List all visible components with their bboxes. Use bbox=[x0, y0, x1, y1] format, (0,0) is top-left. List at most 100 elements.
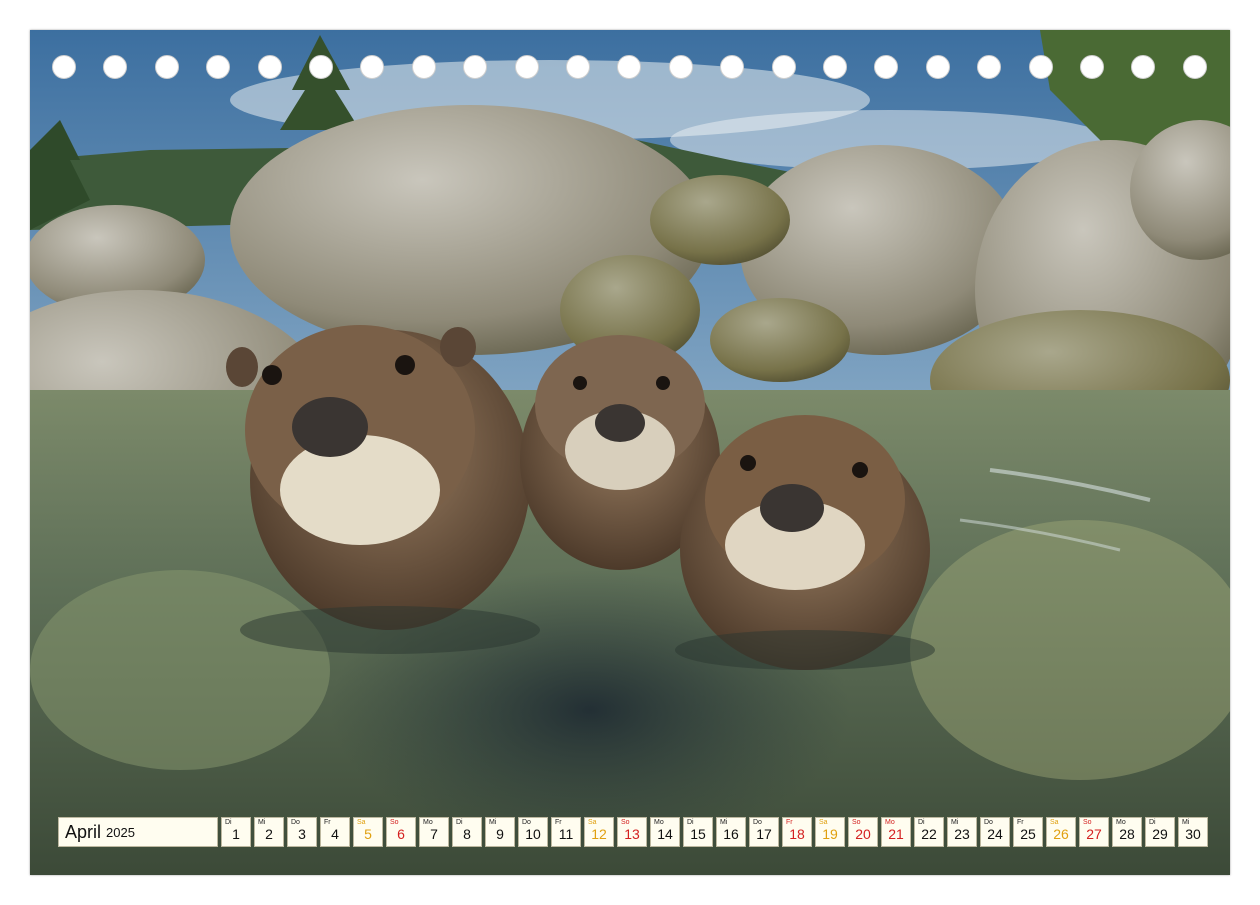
binding-hole bbox=[977, 55, 1002, 79]
day-abbr: So bbox=[852, 819, 861, 826]
day-number: 20 bbox=[855, 826, 871, 842]
day-cell: Sa 19 bbox=[815, 817, 845, 847]
day-abbr: Do bbox=[522, 819, 531, 826]
day-cell: Mi 16 bbox=[716, 817, 746, 847]
day-number: 5 bbox=[364, 826, 372, 842]
binding-hole bbox=[514, 55, 539, 79]
binding-hole bbox=[463, 55, 488, 79]
binding-hole bbox=[720, 55, 745, 79]
day-cells: Di 1 Mi 2 Do 3 Fr 4 Sa 5 So 6 Mo 7 Di 8 Mi 9 Do 10 Fr 11 Sa 12 S… bbox=[221, 817, 1208, 847]
day-abbr: Do bbox=[984, 819, 993, 826]
day-number: 29 bbox=[1152, 826, 1168, 842]
day-abbr: Mi bbox=[258, 819, 266, 826]
day-number: 21 bbox=[888, 826, 904, 842]
day-cell: So 20 bbox=[848, 817, 878, 847]
day-number: 14 bbox=[657, 826, 673, 842]
day-abbr: Mo bbox=[654, 819, 664, 826]
day-number: 16 bbox=[723, 826, 739, 842]
day-cell: Mo 14 bbox=[650, 817, 680, 847]
day-abbr: Sa bbox=[588, 819, 597, 826]
day-abbr: Fr bbox=[1017, 819, 1024, 826]
day-abbr: Fr bbox=[324, 819, 331, 826]
day-cell: Di 1 bbox=[221, 817, 251, 847]
day-cell: Di 29 bbox=[1145, 817, 1175, 847]
day-number: 8 bbox=[463, 826, 471, 842]
day-cell: Sa 12 bbox=[584, 817, 614, 847]
calendar-strip: April 2025 Di 1 Mi 2 Do 3 Fr 4 Sa 5 So 6 Mo 7 Di 8 Mi 9 Do… bbox=[58, 817, 1208, 847]
day-cell: Fr 11 bbox=[551, 817, 581, 847]
day-number: 4 bbox=[331, 826, 339, 842]
day-cell: So 27 bbox=[1079, 817, 1109, 847]
day-number: 19 bbox=[822, 826, 838, 842]
day-number: 11 bbox=[558, 826, 574, 842]
day-cell: Di 15 bbox=[683, 817, 713, 847]
day-cell: Fr 18 bbox=[782, 817, 812, 847]
day-abbr: Mo bbox=[423, 819, 433, 826]
day-cell: Do 24 bbox=[980, 817, 1010, 847]
day-cell: Do 10 bbox=[518, 817, 548, 847]
day-abbr: Fr bbox=[786, 819, 793, 826]
day-cell: Mo 28 bbox=[1112, 817, 1142, 847]
day-number: 18 bbox=[789, 826, 805, 842]
binding-hole bbox=[925, 55, 950, 79]
day-abbr: Di bbox=[687, 819, 694, 826]
day-cell: Fr 25 bbox=[1013, 817, 1043, 847]
day-abbr: Sa bbox=[819, 819, 828, 826]
day-cell: Mi 9 bbox=[485, 817, 515, 847]
day-abbr: So bbox=[390, 819, 399, 826]
binding-hole bbox=[257, 55, 282, 79]
day-abbr: Di bbox=[456, 819, 463, 826]
month-year: 2025 bbox=[106, 824, 135, 840]
day-cell: Mi 2 bbox=[254, 817, 284, 847]
day-cell: Fr 4 bbox=[320, 817, 350, 847]
binding-hole bbox=[823, 55, 847, 79]
binding-hole bbox=[771, 55, 796, 79]
binding-hole bbox=[309, 55, 333, 79]
binding-hole bbox=[206, 55, 231, 79]
day-number: 10 bbox=[525, 826, 541, 842]
day-abbr: Fr bbox=[555, 819, 562, 826]
day-number: 7 bbox=[430, 826, 438, 842]
day-number: 6 bbox=[397, 826, 405, 842]
binding-hole bbox=[1028, 55, 1053, 79]
binding-hole bbox=[1182, 55, 1207, 79]
day-abbr: Mi bbox=[489, 819, 497, 826]
day-abbr: So bbox=[1083, 819, 1092, 826]
day-cell: Di 8 bbox=[452, 817, 482, 847]
day-number: 26 bbox=[1053, 826, 1069, 842]
day-abbr: Sa bbox=[357, 819, 366, 826]
day-abbr: Sa bbox=[1050, 819, 1059, 826]
day-abbr: Di bbox=[918, 819, 925, 826]
day-number: 28 bbox=[1119, 826, 1135, 842]
day-abbr: Di bbox=[225, 819, 232, 826]
day-number: 2 bbox=[265, 826, 273, 842]
day-abbr: Mo bbox=[885, 819, 895, 826]
calendar-photo bbox=[30, 30, 1230, 875]
day-abbr: Mo bbox=[1116, 819, 1126, 826]
binding-hole bbox=[411, 55, 436, 79]
day-cell: Sa 26 bbox=[1046, 817, 1076, 847]
day-number: 9 bbox=[496, 826, 504, 842]
day-cell: Do 17 bbox=[749, 817, 779, 847]
day-cell: Mo 21 bbox=[881, 817, 911, 847]
day-abbr: So bbox=[621, 819, 630, 826]
day-number: 15 bbox=[690, 826, 706, 842]
day-number: 30 bbox=[1185, 826, 1201, 842]
day-number: 25 bbox=[1020, 826, 1036, 842]
day-cell: Sa 5 bbox=[353, 817, 383, 847]
day-abbr: Di bbox=[1149, 819, 1156, 826]
day-number: 27 bbox=[1086, 826, 1102, 842]
day-number: 3 bbox=[298, 826, 306, 842]
binding-hole bbox=[566, 55, 590, 79]
month-name: April bbox=[65, 821, 102, 842]
day-cell: Mo 7 bbox=[419, 817, 449, 847]
day-abbr: Mi bbox=[720, 819, 728, 826]
day-number: 24 bbox=[987, 826, 1003, 842]
day-cell: Mi 23 bbox=[947, 817, 977, 847]
day-number: 22 bbox=[921, 826, 937, 842]
day-cell: Di 22 bbox=[914, 817, 944, 847]
day-abbr: Do bbox=[753, 819, 762, 826]
day-cell: Do 3 bbox=[287, 817, 317, 847]
day-number: 13 bbox=[624, 826, 640, 842]
binding-hole bbox=[52, 55, 76, 79]
